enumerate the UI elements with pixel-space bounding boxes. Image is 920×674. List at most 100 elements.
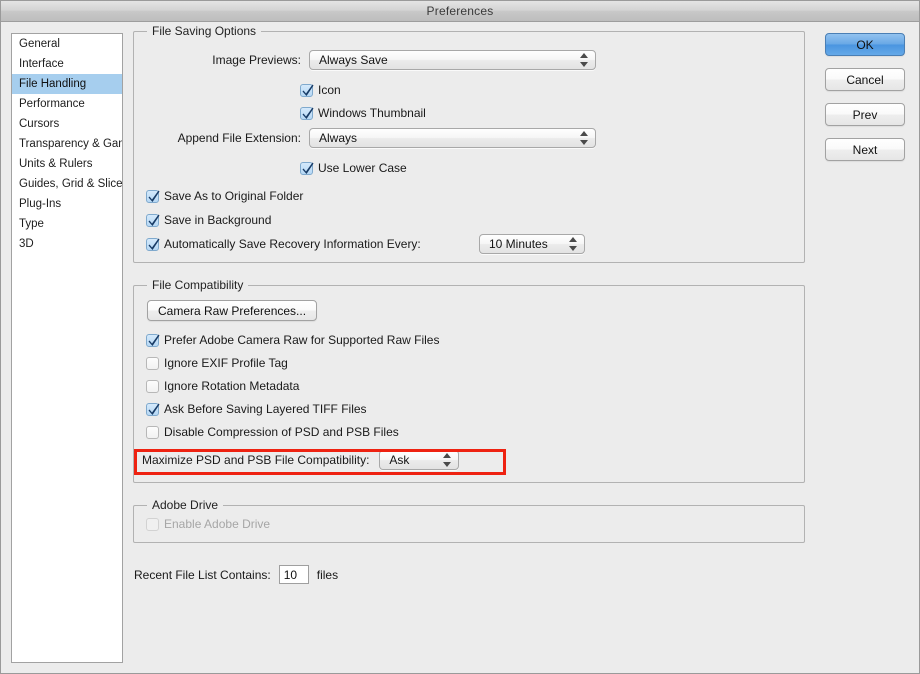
checkbox-checked-icon[interactable] [300,161,314,175]
prev-button[interactable]: Prev [825,103,905,126]
preferences-dialog: Preferences General Interface File Handl… [0,0,920,674]
next-button-label: Next [852,142,878,157]
ignore-exif-checkbox-row[interactable]: Ignore EXIF Profile Tag [146,356,288,370]
maximize-compatibility-value: Ask [389,453,410,467]
recent-file-list-input[interactable]: 10 [278,565,309,584]
chevron-updown-icon [579,53,588,67]
chevron-updown-icon [568,237,577,251]
append-file-extension-row: Append File Extension: Always [134,128,804,148]
sidebar-item-general[interactable]: General [12,34,122,54]
adobe-drive-group: Adobe Drive Enable Adobe Drive [133,498,805,543]
ask-layered-tiff-checkbox-row[interactable]: Ask Before Saving Layered TIFF Files [146,402,367,416]
auto-save-recovery-checkbox-row[interactable]: Automatically Save Recovery Information … [146,237,421,251]
sidebar-item-interface[interactable]: Interface [12,54,122,74]
image-previews-row: Image Previews: Always Save [134,50,804,70]
icon-checkbox-row[interactable]: Icon [300,83,341,97]
file-compatibility-legend: File Compatibility [147,278,249,292]
prefer-camera-raw-checkbox-row[interactable]: Prefer Adobe Camera Raw for Supported Ra… [146,333,439,347]
recent-file-list-suffix: files [316,567,339,582]
sidebar-item-units-rulers[interactable]: Units & Rulers [12,154,122,174]
sidebar-item-transparency-gamut[interactable]: Transparency & Gamut [12,134,122,154]
recent-file-list-value: 10 [283,567,298,582]
window-titlebar: Preferences [1,1,919,22]
use-lower-case-checkbox-row[interactable]: Use Lower Case [300,161,407,175]
ask-layered-tiff-label: Ask Before Saving Layered TIFF Files [164,402,367,416]
next-button[interactable]: Next [825,138,905,161]
maximize-compatibility-select[interactable]: Ask [379,450,460,470]
sidebar-item-label: File Handling [19,78,87,90]
preferences-panel: File Saving Options Image Previews: Alwa… [133,24,805,584]
ok-button-label: OK [856,37,874,52]
image-previews-select[interactable]: Always Save [309,50,596,70]
checkbox-checked-icon[interactable] [146,333,160,347]
sidebar-item-label: General [19,38,60,50]
camera-raw-preferences-button[interactable]: Camera Raw Preferences... [147,300,318,321]
ok-button[interactable]: OK [825,33,905,56]
chevron-updown-icon [579,131,588,145]
save-in-background-checkbox-row[interactable]: Save in Background [146,213,271,227]
windows-thumbnail-label: Windows Thumbnail [318,106,426,120]
windows-thumbnail-checkbox-row[interactable]: Windows Thumbnail [300,106,426,120]
append-file-extension-label: Append File Extension: [177,131,301,145]
prev-button-label: Prev [852,107,878,122]
append-file-extension-select[interactable]: Always [309,128,596,148]
file-saving-options-group: File Saving Options Image Previews: Alwa… [133,24,805,263]
sidebar-item-cursors[interactable]: Cursors [12,114,122,134]
sidebar-item-label: Interface [19,58,64,70]
checkbox-checked-icon[interactable] [146,237,160,251]
checkbox-unchecked-icon[interactable] [146,379,159,393]
sidebar-item-label: Plug-Ins [19,198,62,210]
checkbox-checked-icon[interactable] [146,402,160,416]
checkbox-checked-icon[interactable] [146,213,160,227]
sidebar-item-performance[interactable]: Performance [12,94,122,114]
sidebar-item-type[interactable]: Type [12,214,122,234]
adobe-drive-legend: Adobe Drive [147,498,224,512]
save-as-original-folder-label: Save As to Original Folder [164,189,304,203]
image-previews-value: Always Save [319,53,388,67]
category-list[interactable]: General Interface File Handling Performa… [11,33,123,663]
window-title: Preferences [426,4,494,18]
maximize-compatibility-label: Maximize PSD and PSB File Compatibility: [142,453,370,467]
ignore-rotation-label: Ignore Rotation Metadata [164,379,300,393]
sidebar-item-guides-grid-slices[interactable]: Guides, Grid & Slices [12,174,122,194]
cancel-button-label: Cancel [846,72,884,87]
append-file-extension-value: Always [319,131,358,145]
sidebar-item-file-handling[interactable]: File Handling [12,74,122,94]
checkbox-unchecked-icon[interactable] [146,356,159,370]
disable-compression-label: Disable Compression of PSD and PSB Files [164,425,399,439]
checkbox-checked-icon[interactable] [300,106,314,120]
enable-adobe-drive-label: Enable Adobe Drive [164,517,271,531]
maximize-compatibility-row: Maximize PSD and PSB File Compatibility:… [142,450,460,470]
auto-save-recovery-label: Automatically Save Recovery Information … [164,237,421,251]
checkbox-checked-icon[interactable] [300,83,314,97]
dialog-buttons: OK Cancel Prev Next [825,33,905,161]
sidebar-item-label: Cursors [19,118,60,130]
auto-save-recovery-interval-select[interactable]: 10 Minutes [479,234,585,254]
image-previews-label: Image Previews: [212,53,301,67]
enable-adobe-drive-checkbox-row: Enable Adobe Drive [146,517,270,531]
auto-save-recovery-interval-value: 10 Minutes [489,237,548,251]
checkbox-unchecked-icon [146,517,159,531]
checkbox-checked-icon[interactable] [146,189,160,203]
recent-file-list-row: Recent File List Contains: 10 files [133,565,805,584]
sidebar-item-plug-ins[interactable]: Plug-Ins [12,194,122,214]
sidebar-item-label: Performance [19,98,85,110]
sidebar-item-3d[interactable]: 3D [12,234,122,254]
checkbox-unchecked-icon[interactable] [146,425,159,439]
chevron-updown-icon [442,453,451,467]
save-as-original-folder-checkbox-row[interactable]: Save As to Original Folder [146,189,303,203]
icon-label: Icon [318,83,341,97]
disable-compression-checkbox-row[interactable]: Disable Compression of PSD and PSB Files [146,425,399,439]
recent-file-list-label: Recent File List Contains: [134,567,271,582]
ignore-exif-label: Ignore EXIF Profile Tag [164,356,288,370]
save-in-background-label: Save in Background [164,213,272,227]
sidebar-item-label: 3D [19,238,34,250]
ignore-rotation-checkbox-row[interactable]: Ignore Rotation Metadata [146,379,299,393]
use-lower-case-label: Use Lower Case [318,161,407,175]
file-compatibility-group: File Compatibility Camera Raw Preference… [133,278,805,483]
cancel-button[interactable]: Cancel [825,68,905,91]
sidebar-item-label: Units & Rulers [19,158,93,170]
sidebar-item-label: Guides, Grid & Slices [19,178,123,190]
sidebar-item-label: Transparency & Gamut [19,138,122,150]
camera-raw-preferences-label: Camera Raw Preferences... [158,303,307,318]
